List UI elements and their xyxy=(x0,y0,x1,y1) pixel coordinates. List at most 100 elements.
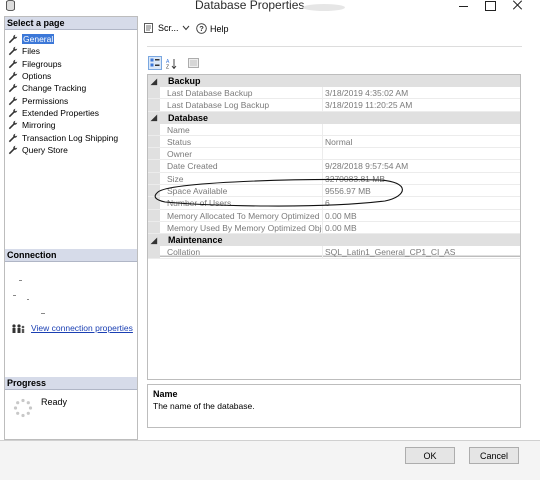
sidebar-item-options[interactable]: Options xyxy=(8,70,118,82)
row-gutter xyxy=(148,246,160,258)
property-row[interactable]: Date Created 9/28/2018 9:57:54 AM xyxy=(148,160,520,173)
row-gutter xyxy=(148,148,160,160)
wrench-icon xyxy=(8,145,18,155)
property-name: Status xyxy=(160,135,323,148)
property-name: Space Available xyxy=(160,185,323,197)
help-button[interactable]: ? Help xyxy=(196,23,229,34)
toolbar: Scr... ? Help xyxy=(140,16,529,46)
property-value: 0.00 MB xyxy=(325,222,357,233)
wrench-icon xyxy=(8,133,18,142)
row-gutter xyxy=(148,185,160,197)
row-gutter xyxy=(148,209,160,221)
property-grid-toolbar: A Z xyxy=(148,56,200,70)
select-page-header: Select a page xyxy=(5,17,137,30)
property-row[interactable]: Collation SQL_Latin1_General_CP1_CI_AS xyxy=(148,246,520,259)
row-gutter xyxy=(148,99,160,111)
category-label: Database xyxy=(168,112,209,123)
wrench-icon xyxy=(8,59,18,68)
ok-button[interactable]: OK xyxy=(405,447,455,464)
property-value: 6 xyxy=(325,198,330,209)
collapse-icon[interactable]: ◢ xyxy=(148,113,160,122)
sidebar-item-label: General xyxy=(22,34,55,45)
cancel-button[interactable]: Cancel xyxy=(469,447,519,464)
wrench-icon xyxy=(8,34,18,44)
description-text: The name of the database. xyxy=(153,401,255,411)
property-pages-button[interactable] xyxy=(186,56,200,70)
sidebar-item-general[interactable]: General xyxy=(8,33,118,45)
sidebar-item-label: Options xyxy=(22,71,52,82)
row-gutter xyxy=(148,123,160,135)
row-gutter xyxy=(148,160,160,172)
svg-text:Z: Z xyxy=(166,64,169,69)
property-row[interactable]: Status Normal xyxy=(148,135,520,149)
main-panel: Scr... ? Help A Z ◢ Backup Last Database… xyxy=(140,16,529,440)
grid-empty-area xyxy=(148,256,520,379)
chevron-down-icon xyxy=(182,25,189,31)
property-row[interactable]: Last Database Log Backup 3/18/2019 11:20:… xyxy=(148,99,520,112)
wrench-icon xyxy=(8,96,18,105)
wrench-icon xyxy=(8,108,18,118)
sidebar-item-files[interactable]: Files xyxy=(8,45,118,57)
property-row[interactable]: Last Database Backup 3/18/2019 4:35:02 AM xyxy=(148,87,520,100)
script-button[interactable]: Scr... xyxy=(144,23,193,33)
sidebar-item-label: Filegroups xyxy=(22,58,62,69)
row-gutter xyxy=(148,135,160,148)
view-connection-link-label[interactable]: View connection properties xyxy=(31,323,133,333)
view-connection-properties-link[interactable]: View connection properties xyxy=(11,323,133,333)
progress-header: Progress xyxy=(5,377,137,390)
row-gutter xyxy=(148,221,160,234)
sidebar-item-transaction-log-shipping[interactable]: Transaction Log Shipping xyxy=(8,131,118,143)
property-name: Date Created xyxy=(160,160,323,172)
users-icon xyxy=(12,323,25,333)
sidebar-item-label: Permissions xyxy=(22,95,69,106)
close-button[interactable] xyxy=(508,0,528,12)
property-name: Memory Allocated To Memory Optimized Obj xyxy=(160,209,323,221)
svg-text:?: ? xyxy=(199,24,204,33)
collapse-icon[interactable]: ◢ xyxy=(148,77,160,86)
property-name: Name xyxy=(160,123,323,135)
sidebar-item-query-store[interactable]: Query Store xyxy=(8,144,118,156)
dialog-footer: OK Cancel xyxy=(0,440,540,480)
sidebar-item-change-tracking[interactable]: Change Tracking xyxy=(8,82,118,94)
property-value: 3270083.81 MB xyxy=(325,173,386,184)
row-gutter xyxy=(148,197,160,209)
script-label: Scr... xyxy=(158,23,179,33)
collapse-icon[interactable]: ◢ xyxy=(148,236,160,245)
property-name: Last Database Log Backup xyxy=(160,99,323,111)
property-value xyxy=(323,124,520,135)
connection-info-line xyxy=(13,295,16,296)
minimize-button[interactable] xyxy=(454,0,474,12)
property-row[interactable]: Memory Allocated To Memory Optimized Obj… xyxy=(148,209,520,222)
property-row[interactable]: Memory Used By Memory Optimized Objects 0… xyxy=(148,221,520,235)
property-grid-rows: ◢ Backup Last Database Backup 3/18/2019 4:3… xyxy=(148,75,520,259)
row-gutter xyxy=(148,87,160,99)
property-row[interactable]: Size 3270083.81 MB xyxy=(148,172,520,186)
property-pages-icon xyxy=(187,58,199,68)
connection-info-line xyxy=(27,299,29,300)
property-row[interactable]: Space Available 9556.97 MB xyxy=(148,185,520,198)
sidebar-item-extended-properties[interactable]: Extended Properties xyxy=(8,107,118,119)
property-name: Size xyxy=(160,172,323,185)
alphabetical-button[interactable]: A Z xyxy=(164,56,178,70)
property-value: 9/28/2018 9:57:54 AM xyxy=(325,161,409,172)
sidebar-item-permissions[interactable]: Permissions xyxy=(8,94,118,106)
categorized-button[interactable] xyxy=(148,56,162,70)
sidebar-item-mirroring[interactable]: Mirroring xyxy=(8,119,118,131)
sidebar-item-label: Extended Properties xyxy=(22,107,100,118)
database-icon xyxy=(6,0,15,11)
property-row[interactable]: Owner xyxy=(148,148,520,161)
category-maintenance[interactable]: ◢ Maintenance xyxy=(148,234,520,247)
property-value: 3/18/2019 4:35:02 AM xyxy=(325,88,409,98)
property-name: Collation xyxy=(160,246,323,258)
sort-alpha-icon: A Z xyxy=(166,58,176,69)
sidebar-item-filegroups[interactable]: Filegroups xyxy=(8,58,118,70)
property-row[interactable]: Number of Users 6 xyxy=(148,197,520,210)
row-gutter xyxy=(148,172,160,185)
progress-spinner-icon xyxy=(13,398,33,418)
category-database[interactable]: ◢ Database xyxy=(148,111,520,124)
property-value: Normal xyxy=(325,136,353,147)
maximize-button[interactable] xyxy=(480,0,500,12)
category-backup[interactable]: ◢ Backup xyxy=(148,75,520,87)
property-row[interactable]: Name xyxy=(148,123,520,136)
description-panel: Name The name of the database. xyxy=(147,384,521,428)
